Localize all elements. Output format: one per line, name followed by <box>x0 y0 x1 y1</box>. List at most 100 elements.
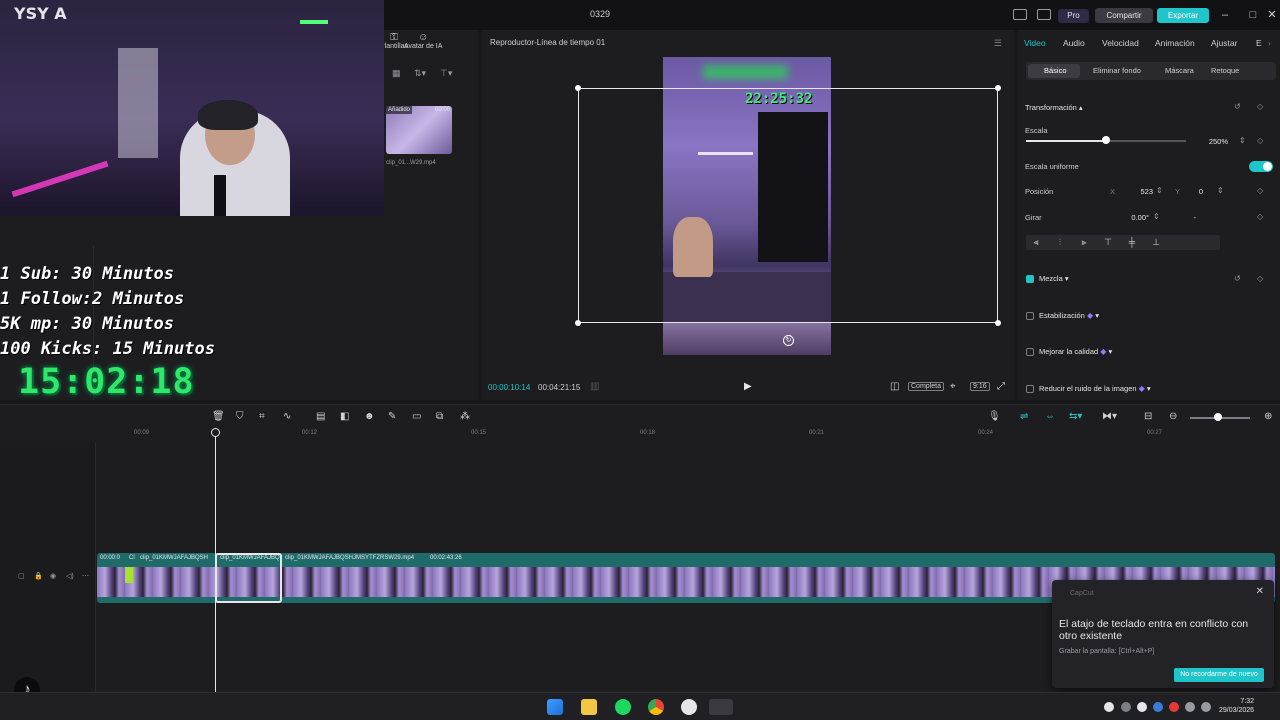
stepper-icon[interactable]: ⇕ <box>1217 186 1224 195</box>
noise-checkbox[interactable] <box>1026 385 1034 393</box>
playhead[interactable] <box>215 428 216 710</box>
microphone-icon[interactable]: 🎙 <box>988 411 1001 422</box>
close-window-icon[interactable]: ✕ <box>1264 6 1280 24</box>
keyframe-icon[interactable]: ◇ <box>1257 102 1263 111</box>
rotate-value[interactable]: 0.00° <box>1116 213 1149 222</box>
reset-icon[interactable]: ↺ <box>1234 274 1241 283</box>
tab-video[interactable]: Video <box>1024 38 1046 48</box>
curve-icon[interactable]: ∿ <box>283 411 291 422</box>
fit-button[interactable]: Completa <box>908 382 944 391</box>
clock[interactable]: 7:32 29/03/2026 <box>1219 697 1254 715</box>
sort-icon[interactable]: ⇅▾ <box>414 68 426 79</box>
zoom-out-icon[interactable]: ⊖ <box>1169 411 1177 422</box>
keyframe-icon[interactable]: ◇ <box>1257 274 1263 283</box>
layout-icon[interactable] <box>1013 9 1027 20</box>
share-button[interactable]: Compartir <box>1095 8 1153 23</box>
volume-icon[interactable]: ◁) <box>66 572 74 580</box>
resize-handle-tr[interactable] <box>995 85 1001 91</box>
cover-icon[interactable]: ▢ <box>18 572 25 580</box>
reset-icon[interactable]: ↺ <box>1234 102 1241 111</box>
grid-view-icon[interactable]: ▦ <box>392 68 401 79</box>
tray-app-icon[interactable] <box>1153 702 1163 712</box>
align-center-v-icon[interactable]: ╪ <box>1126 237 1138 248</box>
magnet-icon[interactable]: ⇌ <box>1020 411 1028 422</box>
crop-icon[interactable]: ◫ <box>890 381 899 392</box>
delete-icon[interactable]: 🗑 <box>212 411 225 422</box>
transform-title[interactable]: Transformación ▴ <box>1025 103 1083 112</box>
align-bottom-icon[interactable]: ⊥ <box>1150 237 1162 248</box>
align-right-icon[interactable]: ⫸ <box>1078 237 1090 248</box>
tab-audio[interactable]: Audio <box>1063 38 1085 48</box>
minimize-icon[interactable]: – <box>1217 6 1233 24</box>
crop-icon[interactable]: ⌗ <box>259 411 265 422</box>
more-icon[interactable]: ⋯ <box>82 572 89 580</box>
pos-x-value[interactable]: 523 <box>1123 187 1153 196</box>
person-icon[interactable]: ☻ <box>364 411 375 422</box>
resize-handle-bl[interactable] <box>575 320 581 326</box>
pro-badge[interactable]: Pro <box>1058 9 1089 23</box>
menu-icon[interactable]: ☰ <box>994 38 1002 49</box>
stabilization-title[interactable]: Estabilización ◆ ▾ <box>1039 311 1099 320</box>
scale-value[interactable]: 250% <box>1198 137 1228 146</box>
tray-app-icon[interactable] <box>1137 702 1147 712</box>
link-icon[interactable]: ⇔ <box>1045 411 1055 422</box>
quality-title[interactable]: Mejorar la calidad ◆ ▾ <box>1039 347 1112 356</box>
tab-more[interactable]: E <box>1256 38 1262 48</box>
stabilization-checkbox[interactable] <box>1026 312 1034 320</box>
playhead-handle[interactable] <box>211 428 220 437</box>
pos-y-value[interactable]: 0 <box>1183 187 1203 196</box>
stepper-icon[interactable]: ⇕ <box>1156 186 1163 195</box>
capcut-taskbar-icon[interactable] <box>709 699 733 715</box>
audio-fx-icon[interactable]: ⁂ <box>460 411 470 422</box>
align-left-icon[interactable]: ⫷ <box>1030 237 1042 248</box>
aspect-ratio-button[interactable]: 9:16 <box>970 382 990 391</box>
chrome-icon[interactable] <box>648 699 664 715</box>
eye-icon[interactable]: ◉ <box>50 572 56 580</box>
resize-handle-br[interactable] <box>995 320 1001 326</box>
play-icon[interactable]: ▶ <box>744 381 752 392</box>
windows-start-icon[interactable] <box>547 699 563 715</box>
resize-handle-tl[interactable] <box>575 85 581 91</box>
dont-remind-button[interactable]: No recordarme de nuevo <box>1174 668 1264 682</box>
maximize-icon[interactable]: □ <box>1245 6 1261 24</box>
tray-app-icon[interactable] <box>1104 702 1114 712</box>
rotate-icon[interactable]: ↻ <box>783 335 794 346</box>
mirror-icon[interactable]: ◧ <box>340 411 349 422</box>
keyframe-icon[interactable]: ◇ <box>1257 136 1263 145</box>
spotify-icon[interactable] <box>615 699 631 715</box>
stepper-icon[interactable]: ⇕ <box>1239 136 1246 145</box>
noise-title[interactable]: Reducir el ruido de la imagen ◆ ▾ <box>1039 384 1151 393</box>
focus-icon[interactable]: ⌖ <box>950 381 956 392</box>
scale-slider-handle[interactable] <box>1102 136 1110 144</box>
marker-icon[interactable]: ⛉ <box>236 411 244 422</box>
close-icon[interactable]: ✕ <box>1256 586 1264 597</box>
fullscreen-icon[interactable]: ⤢ <box>997 381 1005 392</box>
magic-icon[interactable]: ✎ <box>388 411 396 422</box>
lock-icon[interactable]: 🔒 <box>34 572 43 580</box>
rotate-dash[interactable]: - <box>1186 213 1197 222</box>
tab-ai-avatar[interactable]: ☺ Avatar de IA <box>404 32 442 50</box>
blend-checkbox[interactable] <box>1026 275 1034 283</box>
subtab-remove-bg[interactable]: Eliminar fondo <box>1093 66 1141 75</box>
freeze-icon[interactable]: ▤ <box>316 411 325 422</box>
file-explorer-icon[interactable] <box>581 699 597 715</box>
tab-animation[interactable]: Animación <box>1155 38 1195 48</box>
waveform-icon[interactable]: ▥ <box>590 381 599 392</box>
frame-icon[interactable]: ▭ <box>412 411 421 422</box>
record-icon[interactable] <box>1169 702 1179 712</box>
resize-icon[interactable]: ⧉ <box>436 411 443 422</box>
preview-icon[interactable]: ⊟ <box>1144 411 1152 422</box>
tray-app-icon[interactable] <box>1121 702 1131 712</box>
wifi-icon[interactable] <box>1185 702 1195 712</box>
chevron-right-icon[interactable]: › <box>1268 38 1271 48</box>
export-button[interactable]: Exportar <box>1157 8 1209 23</box>
split-view-icon[interactable]: ⧓▾ <box>1102 411 1117 422</box>
tab-adjust[interactable]: Ajustar <box>1211 38 1237 48</box>
quality-checkbox[interactable] <box>1026 348 1034 356</box>
obs-icon[interactable] <box>681 699 697 715</box>
zoom-in-icon[interactable]: ⊕ <box>1264 411 1272 422</box>
shortcut-icon[interactable] <box>1037 9 1051 20</box>
subtab-basic[interactable]: Básico <box>1044 66 1067 75</box>
timeline-ruler[interactable]: 00:09 00:12 00:15 00:18 00:21 00:24 00:2… <box>0 428 1280 442</box>
snap-icon[interactable]: ⇆▾ <box>1069 411 1082 422</box>
